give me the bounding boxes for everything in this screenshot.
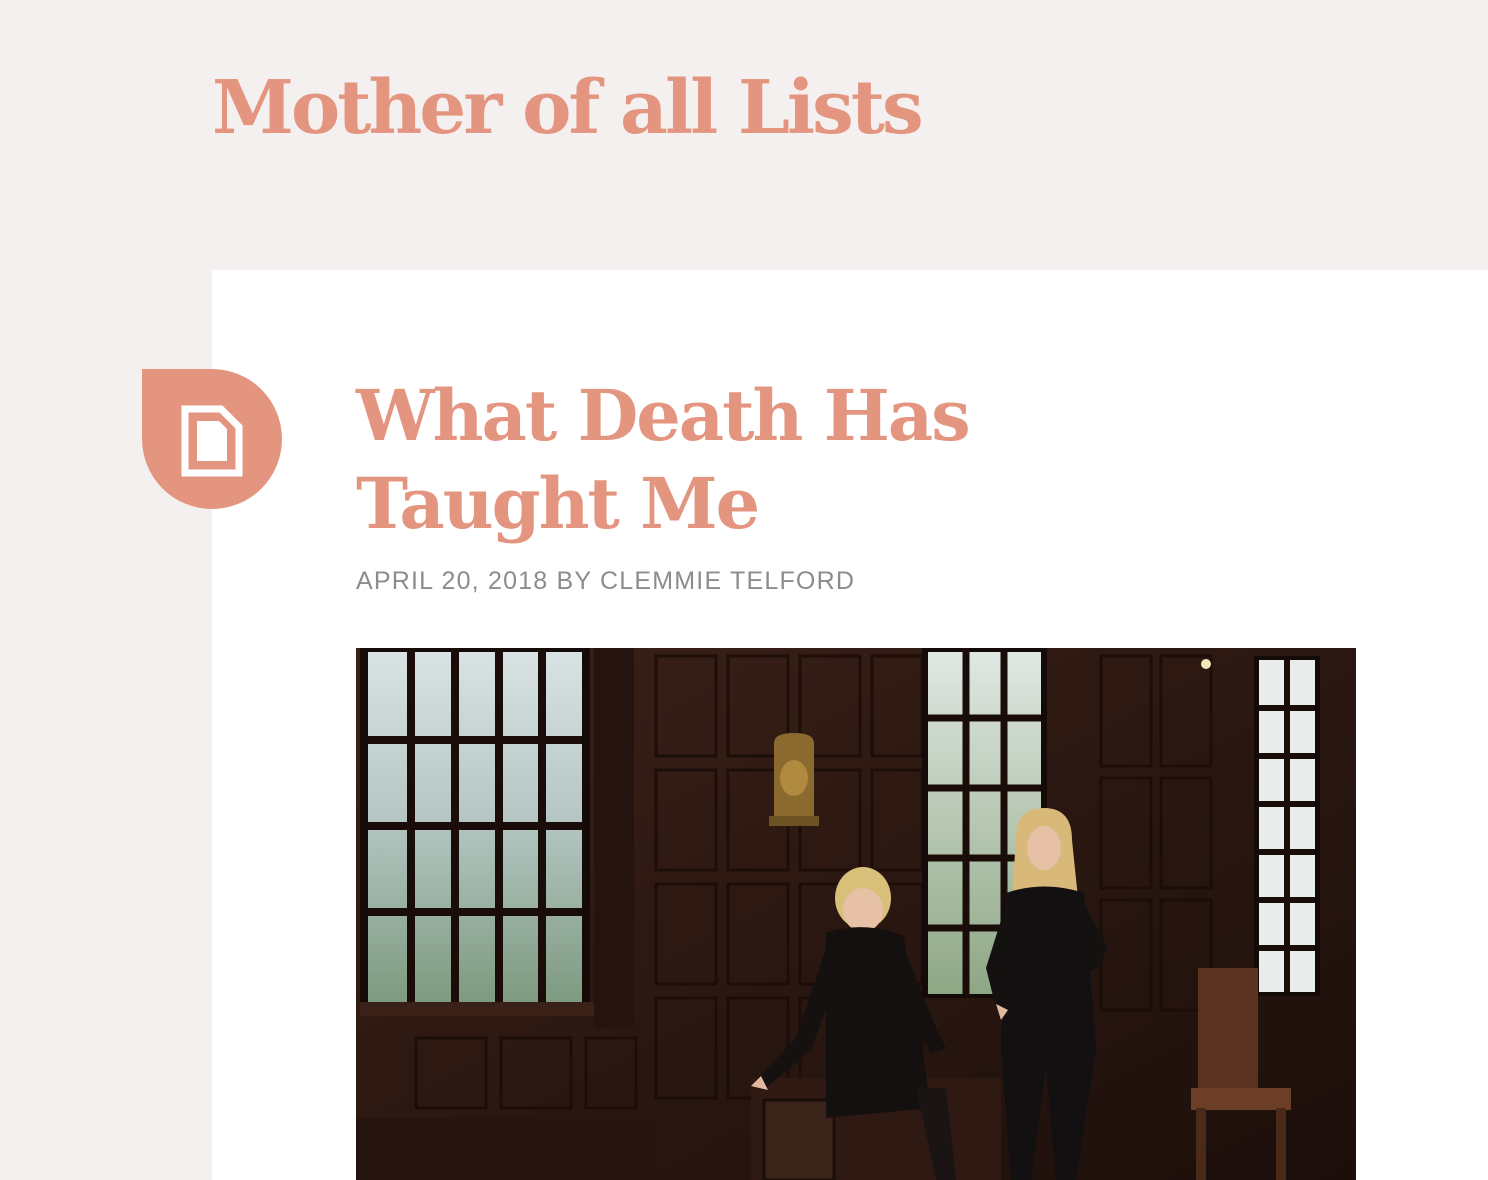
post-title[interactable]: What Death Has Taught Me [356, 372, 1156, 548]
post-by-label: BY [556, 567, 592, 595]
post-date[interactable]: APRIL 20, 2018 [356, 567, 548, 595]
post-meta: APRIL 20, 2018 BY CLEMMIE TELFORD [356, 566, 855, 596]
site-header: Mother of all Lists [0, 0, 1488, 270]
site-title-link[interactable]: Mother of all Lists [212, 58, 924, 158]
post-author-link[interactable]: CLEMMIE TELFORD [600, 567, 855, 595]
featured-image[interactable] [356, 648, 1356, 1180]
post-title-line-1[interactable]: What Death Has [356, 372, 1156, 460]
post-format-badge [142, 369, 282, 509]
post-title-line-2[interactable]: Taught Me [356, 460, 1156, 548]
featured-image-photo [356, 648, 1356, 1180]
document-icon [181, 405, 243, 477]
